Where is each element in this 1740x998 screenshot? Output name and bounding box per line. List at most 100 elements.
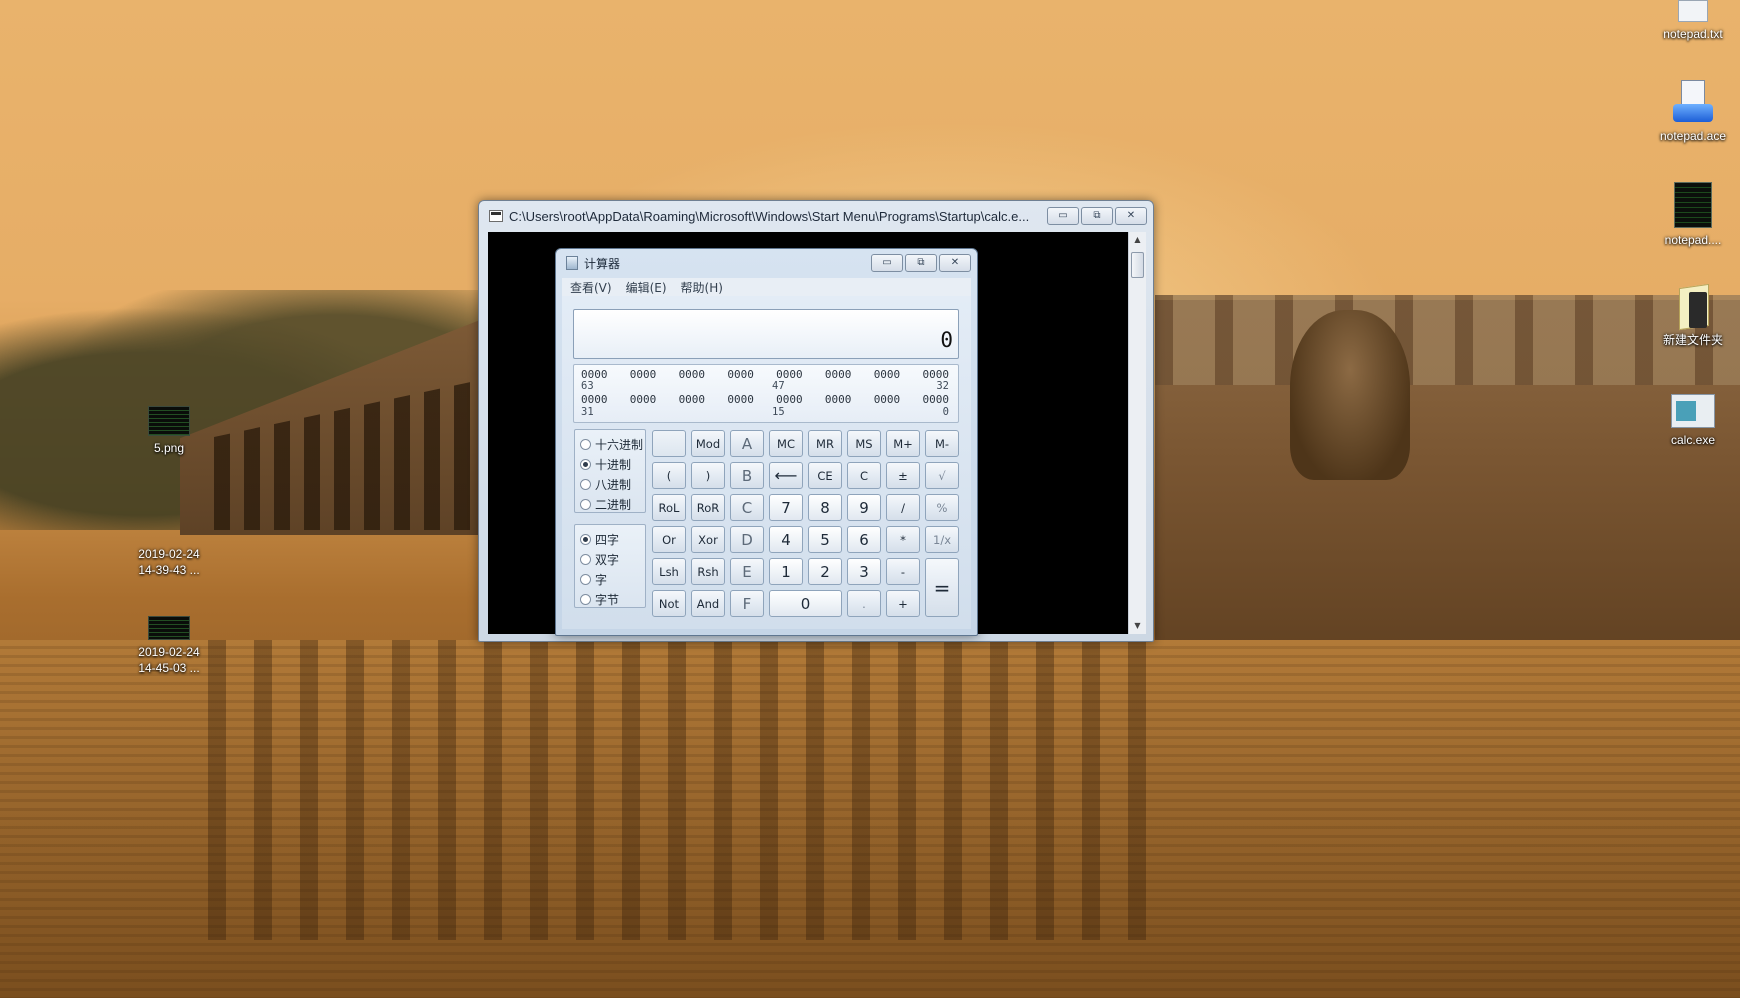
- mod-button[interactable]: Mod: [691, 430, 725, 457]
- radio-button-icon[interactable]: [580, 593, 591, 605]
- scroll-down-icon[interactable]: ▼: [1129, 618, 1146, 634]
- minimize-button[interactable]: ▭: [871, 254, 903, 272]
- radio-oct[interactable]: 八进制: [580, 474, 645, 494]
- radio-dword[interactable]: 双字: [580, 549, 645, 569]
- bit-group: 0000: [873, 368, 901, 381]
- close-paren-button[interactable]: ): [691, 462, 725, 489]
- memory-clear-button[interactable]: MC: [769, 430, 803, 457]
- left-shift-button[interactable]: Lsh: [652, 558, 686, 585]
- radio-button-icon[interactable]: [580, 553, 591, 565]
- console-scrollbar[interactable]: ▲ ▼: [1128, 232, 1146, 634]
- negate-button[interactable]: ±: [886, 462, 920, 489]
- console-titlebar[interactable]: C:\Users\root\AppData\Roaming\Microsoft\…: [479, 201, 1153, 231]
- not-button[interactable]: Not: [652, 590, 686, 617]
- digit-8-button[interactable]: 8: [808, 494, 842, 521]
- subtract-button[interactable]: -: [886, 558, 920, 585]
- memory-add-button[interactable]: M+: [886, 430, 920, 457]
- minimize-button[interactable]: ▭: [1047, 207, 1079, 225]
- clear-entry-button[interactable]: CE: [808, 462, 842, 489]
- calculator-window[interactable]: 计算器 ▭ ⧉ ✕ 查看(V) 编辑(E) 帮助(H) 0 0000 0000 …: [555, 248, 978, 636]
- memory-subtract-button[interactable]: M-: [925, 430, 959, 457]
- rotate-right-button[interactable]: RoR: [691, 494, 725, 521]
- desktop-icon-label-line1: 2019-02-24: [138, 547, 200, 561]
- bit-group: 0000: [678, 368, 706, 381]
- digit-1-button[interactable]: 1: [769, 558, 803, 585]
- add-button[interactable]: +: [886, 590, 920, 617]
- close-button[interactable]: ✕: [939, 254, 971, 272]
- digit-6-button[interactable]: 6: [847, 526, 881, 553]
- backspace-button[interactable]: ⟵: [769, 462, 803, 489]
- reciprocal-button[interactable]: 1/x: [925, 526, 959, 553]
- right-shift-button[interactable]: Rsh: [691, 558, 725, 585]
- digit-4-button[interactable]: 4: [769, 526, 803, 553]
- hex-e-button[interactable]: E: [730, 558, 764, 585]
- digit-3-button[interactable]: 3: [847, 558, 881, 585]
- desktop-icon-notepad-txt[interactable]: notepad.txt: [1648, 0, 1738, 42]
- decimal-button[interactable]: .: [847, 590, 881, 617]
- folder-icon: [1675, 284, 1711, 328]
- hex-a-button[interactable]: A: [730, 430, 764, 457]
- multiply-button[interactable]: *: [886, 526, 920, 553]
- hex-b-button[interactable]: B: [730, 462, 764, 489]
- clear-button[interactable]: C: [847, 462, 881, 489]
- memory-recall-button[interactable]: MR: [808, 430, 842, 457]
- calculator-title: 计算器: [584, 256, 621, 271]
- radio-qword[interactable]: 四字: [580, 529, 645, 549]
- radio-button-icon[interactable]: [580, 498, 591, 510]
- scroll-thumb[interactable]: [1131, 252, 1144, 278]
- desktop-icon-notepad-exe[interactable]: notepad....: [1648, 182, 1738, 248]
- radio-button-icon[interactable]: [580, 573, 591, 585]
- open-paren-button[interactable]: (: [652, 462, 686, 489]
- equals-button[interactable]: =: [925, 558, 959, 617]
- desktop-icon-new-folder[interactable]: 新建文件夹: [1648, 284, 1738, 348]
- radio-label: 二进制: [595, 497, 632, 512]
- radix-group: 十六进制 十进制 八进制 二进制: [574, 429, 646, 513]
- radio-hex[interactable]: 十六进制: [580, 434, 645, 454]
- hex-c-button[interactable]: C: [730, 494, 764, 521]
- close-button[interactable]: ✕: [1115, 207, 1147, 225]
- divide-button[interactable]: /: [886, 494, 920, 521]
- radio-bin[interactable]: 二进制: [580, 494, 645, 514]
- desktop-icon-label: 5.png: [153, 441, 185, 455]
- digit-7-button[interactable]: 7: [769, 494, 803, 521]
- radio-button-icon[interactable]: [580, 438, 591, 450]
- calculator-titlebar[interactable]: 计算器 ▭ ⧉ ✕: [556, 249, 977, 277]
- scroll-up-icon[interactable]: ▲: [1129, 232, 1146, 248]
- desktop-icon-5-png[interactable]: 5.png: [124, 406, 214, 456]
- desktop-icon-label: notepad....: [1664, 233, 1722, 247]
- digit-0-button[interactable]: 0: [769, 590, 842, 617]
- or-button[interactable]: Or: [652, 526, 686, 553]
- and-button[interactable]: And: [691, 590, 725, 617]
- rotate-left-button[interactable]: RoL: [652, 494, 686, 521]
- sqrt-button[interactable]: √: [925, 462, 959, 489]
- digit-2-button[interactable]: 2: [808, 558, 842, 585]
- stone-lion-statue: [1290, 310, 1410, 480]
- maximize-button[interactable]: ⧉: [905, 254, 937, 272]
- menu-view[interactable]: 查看(V): [570, 279, 612, 296]
- maximize-button[interactable]: ⧉: [1081, 207, 1113, 225]
- desktop-icon-screenshot-2[interactable]: 2019-02-24 14-45-03 ...: [124, 616, 214, 676]
- desktop-icon-screenshot-1[interactable]: 2019-02-24 14-39-43 ...: [124, 518, 214, 578]
- radio-button-icon[interactable]: [580, 478, 591, 490]
- hex-f-button[interactable]: F: [730, 590, 764, 617]
- radio-dec[interactable]: 十进制: [580, 454, 645, 474]
- desktop-icon-notepad-ace[interactable]: notepad.ace: [1648, 78, 1738, 144]
- memory-store-button[interactable]: MS: [847, 430, 881, 457]
- xor-button[interactable]: Xor: [691, 526, 725, 553]
- radio-label: 十进制: [595, 457, 632, 472]
- desktop-icon-label: notepad.txt: [1663, 27, 1723, 41]
- menu-edit[interactable]: 编辑(E): [626, 279, 667, 296]
- digit-5-button[interactable]: 5: [808, 526, 842, 553]
- digit-9-button[interactable]: 9: [847, 494, 881, 521]
- radio-word[interactable]: 字: [580, 569, 645, 589]
- desktop-icon-calc-exe[interactable]: calc.exe: [1648, 394, 1738, 448]
- hex-d-button[interactable]: D: [730, 526, 764, 553]
- installer-icon: [1671, 78, 1715, 124]
- radio-button-selected-icon[interactable]: [580, 458, 591, 470]
- bit-group: 0000: [727, 393, 754, 406]
- menu-help[interactable]: 帮助(H): [681, 279, 723, 296]
- radio-button-selected-icon[interactable]: [580, 533, 591, 545]
- bit-group: 0000: [873, 393, 901, 406]
- percent-button[interactable]: %: [925, 494, 959, 521]
- radio-byte[interactable]: 字节: [580, 589, 645, 609]
